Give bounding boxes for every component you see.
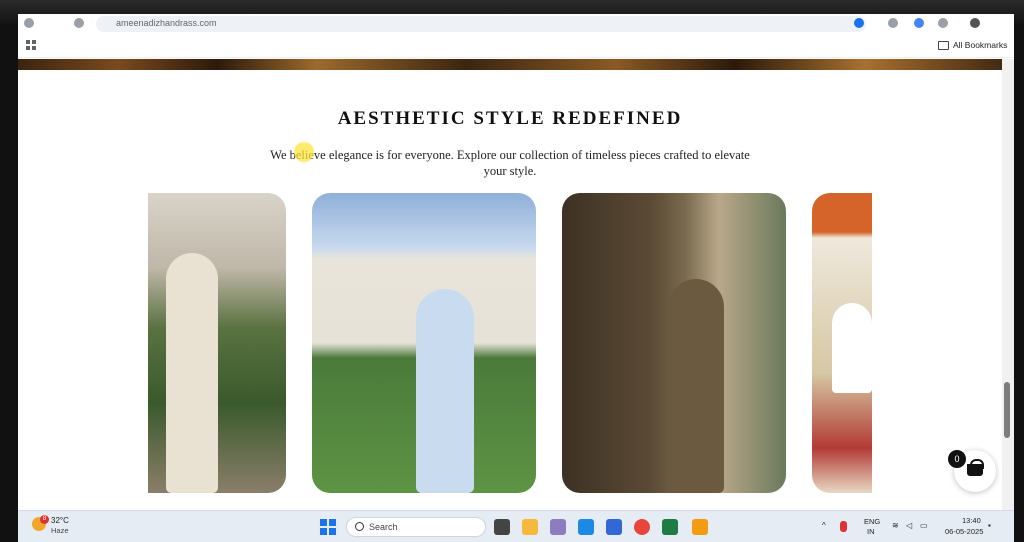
model-figure bbox=[416, 289, 474, 493]
task-view-icon[interactable] bbox=[494, 519, 510, 535]
scrollbar-thumb[interactable] bbox=[1004, 382, 1010, 438]
region-indicator[interactable]: IN bbox=[867, 527, 875, 536]
reload-icon[interactable] bbox=[74, 18, 84, 28]
volume-icon[interactable]: ◁ bbox=[906, 521, 912, 530]
app-icon[interactable] bbox=[692, 519, 708, 535]
weather-temperature[interactable]: 32°C bbox=[51, 516, 69, 525]
apps-grid-icon[interactable] bbox=[26, 40, 36, 50]
url-text: ameenadizhandrass.com bbox=[116, 18, 217, 28]
file-explorer-icon[interactable] bbox=[522, 519, 538, 535]
store-icon[interactable] bbox=[606, 519, 622, 535]
model-figure bbox=[668, 279, 724, 493]
gallery-card-1[interactable] bbox=[148, 193, 286, 493]
gallery-card-3[interactable] bbox=[562, 193, 786, 493]
browser-window: ameenadizhandrass.com All Bookmarks AEST… bbox=[18, 14, 1014, 510]
extension-icon[interactable] bbox=[888, 18, 898, 28]
screen: ameenadizhandrass.com All Bookmarks AEST… bbox=[0, 0, 1024, 542]
extension-icon-2[interactable] bbox=[914, 18, 924, 28]
all-bookmarks-link[interactable]: All Bookmarks bbox=[953, 40, 1007, 50]
weather-condition[interactable]: Haze bbox=[51, 526, 69, 535]
cart-count-badge: 0 bbox=[948, 450, 966, 468]
back-icon[interactable] bbox=[24, 18, 34, 28]
download-icon[interactable] bbox=[938, 18, 948, 28]
gallery-card-2[interactable] bbox=[312, 193, 536, 493]
notification-icon[interactable]: ▪ bbox=[988, 521, 991, 530]
chevron-up-icon[interactable]: ^ bbox=[822, 521, 826, 530]
search-icon bbox=[355, 522, 364, 531]
battery-icon[interactable]: ▭ bbox=[920, 521, 928, 530]
avatar[interactable] bbox=[970, 18, 980, 28]
edge-icon[interactable] bbox=[578, 519, 594, 535]
address-bar[interactable]: ameenadizhandrass.com bbox=[96, 16, 866, 32]
hero-image-strip bbox=[18, 59, 1014, 70]
wifi-icon[interactable]: ≋ bbox=[892, 521, 899, 530]
weather-badge: 8 bbox=[40, 515, 49, 524]
model-figure bbox=[832, 303, 872, 393]
search-placeholder: Search bbox=[369, 522, 398, 532]
gallery-card-4[interactable] bbox=[812, 193, 872, 493]
shopping-basket-icon bbox=[967, 459, 984, 476]
clock-time[interactable]: 13:40 bbox=[962, 516, 981, 525]
clock-date[interactable]: 06-05-2025 bbox=[945, 527, 983, 536]
browser-toolbar: ameenadizhandrass.com bbox=[18, 14, 1014, 34]
language-indicator[interactable]: ENG bbox=[864, 517, 880, 526]
folder-icon bbox=[938, 41, 949, 50]
copilot-icon[interactable] bbox=[550, 519, 566, 535]
model-figure bbox=[166, 253, 218, 493]
section-subtitle: We believe elegance is for everyone. Exp… bbox=[270, 148, 750, 178]
windows-start-icon[interactable] bbox=[320, 519, 336, 535]
chrome-icon[interactable] bbox=[634, 519, 650, 535]
taskbar-search[interactable]: Search bbox=[346, 517, 486, 537]
bookmarks-bar: All Bookmarks bbox=[18, 34, 1014, 58]
cursor-highlight bbox=[294, 142, 314, 162]
scrollbar-track[interactable] bbox=[1002, 59, 1014, 510]
section-heading: AESTHETIC STYLE REDEFINED bbox=[337, 108, 683, 129]
excel-icon[interactable] bbox=[662, 519, 678, 535]
star-icon[interactable] bbox=[854, 18, 864, 28]
microphone-icon[interactable] bbox=[840, 521, 847, 532]
windows-taskbar: 8 32°C Haze Search ^ ENG IN ≋ ◁ ▭ 13:40 … bbox=[18, 510, 1014, 542]
